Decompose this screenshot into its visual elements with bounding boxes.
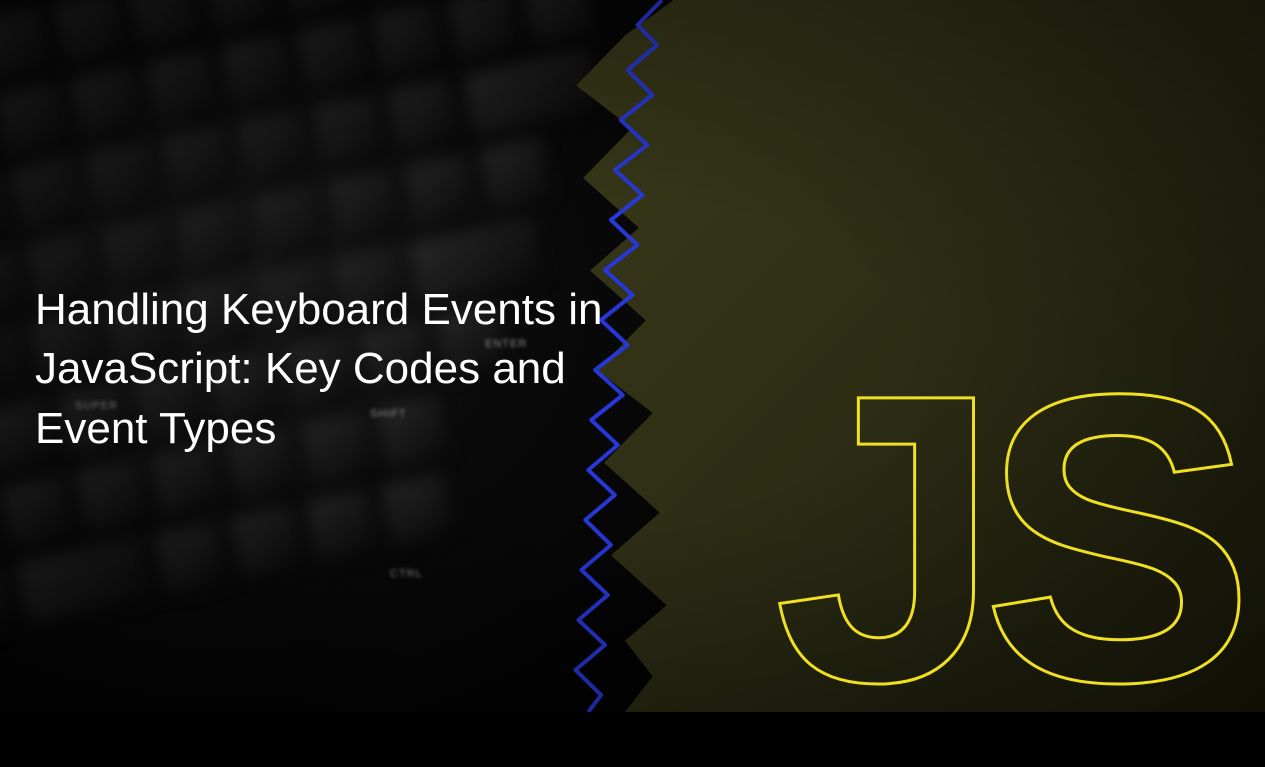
- js-logo: JS: [774, 364, 1236, 713]
- key-label-ctrl: CTRL: [390, 568, 423, 580]
- article-title: Handling Keyboard Events in JavaScript: …: [35, 280, 635, 458]
